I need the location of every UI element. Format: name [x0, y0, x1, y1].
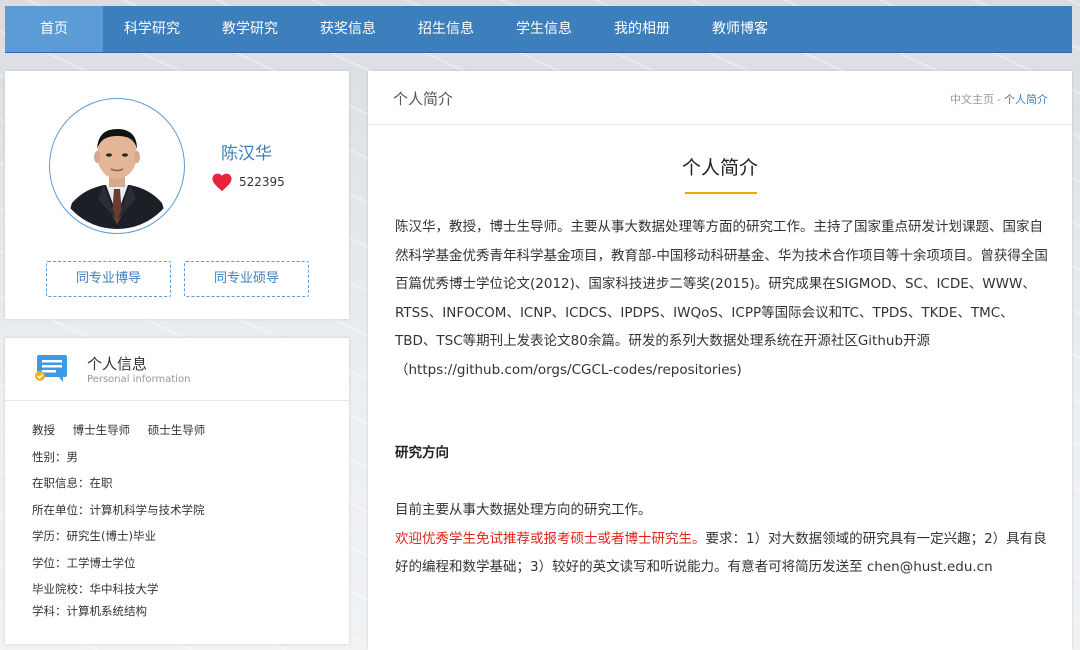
title-underline	[685, 192, 757, 194]
info-degree: 学位：工学博士学位	[32, 555, 136, 570]
same-major-master-advisors-button[interactable]: 同专业硕导	[184, 261, 309, 297]
likes-count: 522395	[239, 175, 285, 189]
same-major-phd-advisors-button[interactable]: 同专业博导	[46, 261, 171, 297]
profile-content-card: 个人简介 中文主页 - 个人简介 个人简介 陈汉华，教授，博士生导师。主要从事大数据…	[368, 71, 1072, 650]
title-phd-supervisor: 博士生导师	[72, 423, 131, 437]
titles-row: 教授 博士生导师 硕士生导师	[32, 422, 205, 449]
research-direction-paragraph: 目前主要从事大数据处理方向的研究工作。 欢迎优秀学生免试推荐或报考硕士或者博士研…	[395, 496, 1050, 582]
info-gender: 性别：男	[32, 449, 78, 464]
research-direction-title: 研究方向	[395, 445, 449, 461]
content-header: 个人简介 中文主页 - 个人简介	[368, 71, 1072, 125]
breadcrumb: 中文主页 - 个人简介	[950, 91, 1048, 107]
title-master-supervisor: 硕士生导师	[147, 423, 206, 437]
breadcrumb-current[interactable]: 个人简介	[1004, 93, 1048, 106]
nav-item-blog[interactable]: 教师博客	[691, 6, 789, 52]
personal-info-title: 个人信息	[87, 355, 148, 373]
personal-info-header: 个人信息 Personal information	[5, 338, 349, 401]
research-direction-text: 目前主要从事大数据处理方向的研究工作。	[395, 502, 652, 518]
personal-info-subtitle: Personal information	[87, 374, 191, 385]
personal-info-list: 教授 博士生导师 硕士生导师 性别：男 在职信息：在职 所在单位：计算机科学与技…	[32, 422, 205, 625]
content-header-title: 个人简介	[393, 90, 454, 108]
profile-card: 陈汉华 522395 同专业博导 同专业硕导	[5, 71, 349, 319]
info-discipline: 学科：计算机系统结构	[32, 604, 147, 618]
personal-info-card: 个人信息 Personal information 教授 博士生导师 硕士生导师…	[5, 338, 349, 644]
intro-paragraph: 陈汉华，教授，博士生导师。主要从事大数据处理等方面的研究工作。主持了国家重点研发…	[395, 219, 1048, 378]
person-name: 陈汉华	[221, 144, 272, 164]
nav-item-album[interactable]: 我的相册	[593, 6, 691, 52]
info-card-icon	[35, 355, 67, 382]
title-professor: 教授	[32, 423, 55, 437]
portrait-photo	[54, 103, 180, 229]
info-unit: 所在单位：计算机科学与技术学院	[32, 502, 205, 517]
nav-item-home[interactable]: 首页	[5, 6, 103, 52]
likes-counter[interactable]: 522395	[211, 172, 285, 192]
breadcrumb-separator: -	[997, 93, 1001, 106]
info-education: 学历：研究生(博士)毕业	[32, 529, 156, 543]
nav-item-research[interactable]: 科学研究	[103, 6, 201, 52]
recruitment-paragraph: 欢迎优秀学生免试推荐或报考硕士或者博士研究生。要求：1）对大数据领域的研究具有一…	[395, 525, 1050, 582]
recruitment-highlight: 欢迎优秀学生免试推荐或报考硕士或者博士研究生。	[395, 530, 706, 547]
section-title: 个人简介	[681, 157, 758, 179]
avatar	[49, 98, 185, 234]
nav-item-awards[interactable]: 获奖信息	[299, 6, 397, 52]
nav-item-students[interactable]: 学生信息	[495, 6, 593, 52]
nav-item-teaching[interactable]: 教学研究	[201, 6, 299, 52]
info-alma-mater: 毕业院校：华中科技大学	[32, 582, 159, 596]
info-employment: 在职信息：在职	[32, 476, 113, 490]
breadcrumb-home-link[interactable]: 中文主页	[950, 93, 994, 106]
heart-icon[interactable]	[211, 172, 233, 192]
main-nav: 首页 科学研究 教学研究 获奖信息 招生信息 学生信息 我的相册 教师博客	[5, 6, 1072, 53]
nav-item-admissions[interactable]: 招生信息	[397, 6, 495, 52]
